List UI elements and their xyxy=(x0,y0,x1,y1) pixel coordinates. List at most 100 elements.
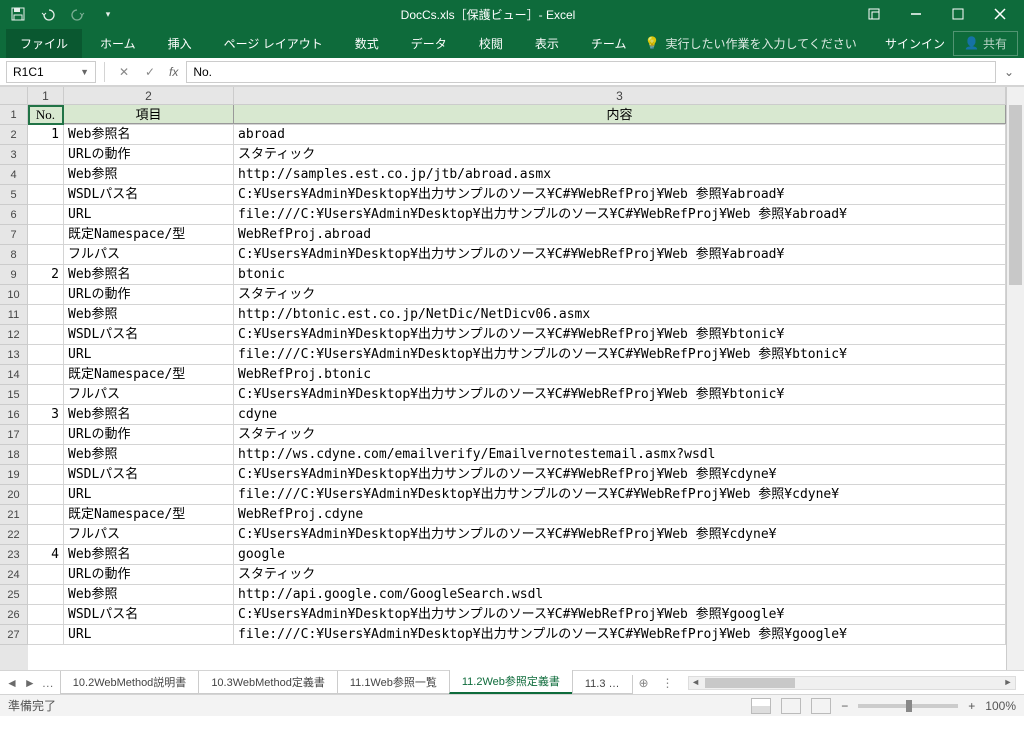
cell-no[interactable] xyxy=(28,325,64,344)
cell-content[interactable]: WebRefProj.cdyne xyxy=(234,505,1006,524)
cell-content[interactable]: http://api.google.com/GoogleSearch.wsdl xyxy=(234,585,1006,604)
cell-item[interactable]: Web参照 xyxy=(64,305,234,324)
zoom-thumb[interactable] xyxy=(906,700,912,712)
page-layout-view-button[interactable] xyxy=(781,698,801,714)
cell-no[interactable] xyxy=(28,365,64,384)
tab-formulas[interactable]: 数式 xyxy=(341,29,393,58)
cell-content[interactable]: スタティック xyxy=(234,425,1006,444)
cell-content[interactable]: http://samples.est.co.jp/jtb/abroad.asmx xyxy=(234,165,1006,184)
row-header[interactable]: 1 xyxy=(0,105,28,125)
expand-formula-bar[interactable]: ⌄ xyxy=(1000,65,1018,79)
maximize-button[interactable] xyxy=(938,2,978,26)
cell-no[interactable] xyxy=(28,585,64,604)
cell-no[interactable] xyxy=(28,185,64,204)
cell-no[interactable] xyxy=(28,445,64,464)
cell-item[interactable]: URLの動作 xyxy=(64,145,234,164)
col-header-1[interactable]: 1 xyxy=(28,87,64,105)
cell-content[interactable]: C:¥Users¥Admin¥Desktop¥出力サンプルのソース¥C#¥Web… xyxy=(234,525,1006,544)
cell-no[interactable] xyxy=(28,245,64,264)
select-all-corner[interactable] xyxy=(0,87,28,105)
cell-no[interactable] xyxy=(28,565,64,584)
share-button[interactable]: 👤 共有 xyxy=(953,31,1018,56)
cell-content[interactable]: abroad xyxy=(234,125,1006,144)
row-header[interactable]: 5 xyxy=(0,185,28,205)
redo-button[interactable] xyxy=(64,2,92,26)
cell-item[interactable]: WSDLパス名 xyxy=(64,605,234,624)
cell-item[interactable]: URL xyxy=(64,205,234,224)
row-header[interactable]: 4 xyxy=(0,165,28,185)
tell-me-search[interactable]: 💡 実行したい作業を入力してください xyxy=(644,35,856,52)
cell-item[interactable]: URL xyxy=(64,485,234,504)
cell-content[interactable]: C:¥Users¥Admin¥Desktop¥出力サンプルのソース¥C#¥Web… xyxy=(234,325,1006,344)
row-header[interactable]: 12 xyxy=(0,325,28,345)
row-header[interactable]: 6 xyxy=(0,205,28,225)
row-header[interactable]: 23 xyxy=(0,545,28,565)
row-header[interactable]: 19 xyxy=(0,465,28,485)
cell-content[interactable]: http://ws.cdyne.com/emailverify/Emailver… xyxy=(234,445,1006,464)
sign-in-link[interactable]: サインイン xyxy=(885,35,945,52)
cell-no[interactable] xyxy=(28,525,64,544)
cell-item[interactable]: Web参照名 xyxy=(64,265,234,284)
cell-item[interactable]: URLの動作 xyxy=(64,425,234,444)
col-header-2[interactable]: 2 xyxy=(64,87,234,105)
row-header[interactable]: 25 xyxy=(0,585,28,605)
cell-item[interactable]: フルパス xyxy=(64,525,234,544)
close-button[interactable] xyxy=(980,2,1020,26)
cell-item[interactable]: WSDLパス名 xyxy=(64,325,234,344)
zoom-slider[interactable] xyxy=(858,704,958,708)
fx-icon[interactable]: fx xyxy=(169,65,178,79)
row-header[interactable]: 26 xyxy=(0,605,28,625)
row-header[interactable]: 27 xyxy=(0,625,28,645)
tab-insert[interactable]: 挿入 xyxy=(154,29,206,58)
cell-content[interactable]: C:¥Users¥Admin¥Desktop¥出力サンプルのソース¥C#¥Web… xyxy=(234,605,1006,624)
cell-content[interactable]: C:¥Users¥Admin¥Desktop¥出力サンプルのソース¥C#¥Web… xyxy=(234,385,1006,404)
sheet-nav-first[interactable]: ◄ xyxy=(6,676,18,690)
ribbon-options-button[interactable] xyxy=(854,2,894,26)
cell-no[interactable] xyxy=(28,465,64,484)
sheet-tab-4[interactable]: 11.2Web参照定義書 xyxy=(449,670,573,694)
row-header[interactable]: 2 xyxy=(0,125,28,145)
cell-no[interactable] xyxy=(28,605,64,624)
cell-item[interactable]: WSDLパス名 xyxy=(64,185,234,204)
enter-formula-button[interactable]: ✓ xyxy=(139,61,161,83)
cell-no[interactable]: 3 xyxy=(28,405,64,424)
row-header[interactable]: 16 xyxy=(0,405,28,425)
tab-page-layout[interactable]: ページ レイアウト xyxy=(210,29,337,58)
cell-item[interactable]: WSDLパス名 xyxy=(64,465,234,484)
row-header[interactable]: 18 xyxy=(0,445,28,465)
minimize-button[interactable] xyxy=(896,2,936,26)
cell-item[interactable]: Web参照 xyxy=(64,445,234,464)
cell-item[interactable]: フルパス xyxy=(64,245,234,264)
row-header[interactable]: 14 xyxy=(0,365,28,385)
scroll-right-icon[interactable]: ► xyxy=(1001,677,1015,689)
cell-content[interactable]: file:///C:¥Users¥Admin¥Desktop¥出力サンプルのソー… xyxy=(234,625,1006,644)
sheet-tab-2[interactable]: 10.3WebMethod定義書 xyxy=(198,671,338,694)
cells-area[interactable]: No.項目内容1Web参照名abroadURLの動作スタティックWeb参照htt… xyxy=(28,105,1006,670)
cell-item[interactable]: 既定Namespace/型 xyxy=(64,225,234,244)
horizontal-scrollbar[interactable]: ◄ ► xyxy=(688,676,1016,690)
cell-item[interactable]: Web参照名 xyxy=(64,405,234,424)
zoom-in-button[interactable]: + xyxy=(968,699,975,713)
sheet-tab-3[interactable]: 11.1Web参照一覧 xyxy=(337,671,450,694)
cell-no[interactable]: 2 xyxy=(28,265,64,284)
cell-item[interactable]: URL xyxy=(64,345,234,364)
row-header[interactable]: 10 xyxy=(0,285,28,305)
row-header[interactable]: 20 xyxy=(0,485,28,505)
row-header[interactable]: 17 xyxy=(0,425,28,445)
cell-item[interactable]: URL xyxy=(64,625,234,644)
cell-no[interactable] xyxy=(28,305,64,324)
cell-no[interactable]: 4 xyxy=(28,545,64,564)
tab-review[interactable]: 校閲 xyxy=(465,29,517,58)
row-header[interactable]: 11 xyxy=(0,305,28,325)
cell-content[interactable]: file:///C:¥Users¥Admin¥Desktop¥出力サンプルのソー… xyxy=(234,345,1006,364)
tab-view[interactable]: 表示 xyxy=(521,29,573,58)
scrollbar-thumb[interactable] xyxy=(1009,105,1022,285)
tab-file[interactable]: ファイル xyxy=(6,29,82,58)
cell-content[interactable]: WebRefProj.abroad xyxy=(234,225,1006,244)
tab-team[interactable]: チーム xyxy=(577,29,641,58)
cell-content[interactable]: C:¥Users¥Admin¥Desktop¥出力サンプルのソース¥C#¥Web… xyxy=(234,245,1006,264)
tab-data[interactable]: データ xyxy=(397,29,461,58)
cell-no[interactable] xyxy=(28,425,64,444)
zoom-value[interactable]: 100% xyxy=(985,699,1016,713)
row-header[interactable]: 22 xyxy=(0,525,28,545)
